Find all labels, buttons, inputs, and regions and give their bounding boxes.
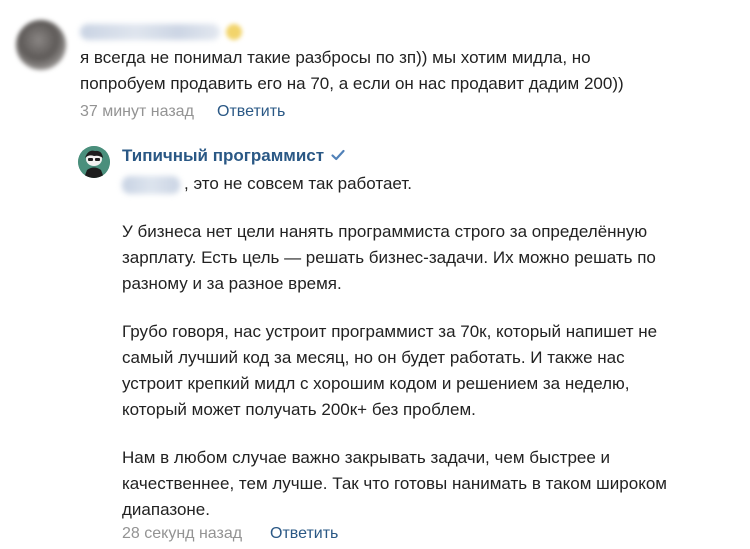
reply-paragraph-1-line-3: разному и за разное время. <box>122 274 342 293</box>
reply-timestamp[interactable]: 28 секунд назад <box>122 524 242 544</box>
reply-paragraph-1-line-2: зарплату. Есть цель — решать бизнес-зада… <box>122 248 656 267</box>
reply-paragraph-2-line-1: Грубо говоря, нас устроит программист за… <box>122 322 658 341</box>
reply-author-avatar[interactable] <box>78 146 110 178</box>
reply-paragraph-3-line-3: диапазоне. <box>122 500 210 519</box>
reply-author-name[interactable]: Типичный программист <box>122 145 324 167</box>
reply-paragraph-2-line-4: который может получать 200к+ без проблем… <box>122 400 476 419</box>
reply-reply-button[interactable]: Ответить <box>270 524 338 544</box>
reply-paragraph-2-line-3: устроит крепкий мидл с хорошим кодом и р… <box>122 374 630 393</box>
reply-paragraph-3-line-1: Нам в любом случае важно закрывать задач… <box>122 448 611 467</box>
reply-paragraph-2-line-2: самый лучший код за месяц, но он будет р… <box>122 348 625 367</box>
comment-reply-button[interactable]: Ответить <box>217 102 285 122</box>
comment-text-line-2: попробуем продавить его на 70, а если он… <box>80 74 624 93</box>
comment-timestamp[interactable]: 37 минут назад <box>80 102 194 122</box>
reply-paragraph-1-line-1: У бизнеса нет цели нанять программиста с… <box>122 222 648 241</box>
reply-paragraph-3-line-2: качественнее, тем лучше. Так что готовы … <box>122 474 667 493</box>
reply-first-line: , это не совсем так работает. <box>184 174 412 193</box>
comment-text-line-1: я всегда не понимал такие разбросы по зп… <box>80 48 591 67</box>
emoji-icon <box>226 24 242 40</box>
commenter-name-redacted[interactable] <box>80 24 220 40</box>
programmer-avatar-icon <box>78 146 110 178</box>
mention-redacted[interactable] <box>122 176 180 194</box>
commenter-avatar[interactable] <box>16 20 66 70</box>
checkmark-icon <box>331 149 345 161</box>
